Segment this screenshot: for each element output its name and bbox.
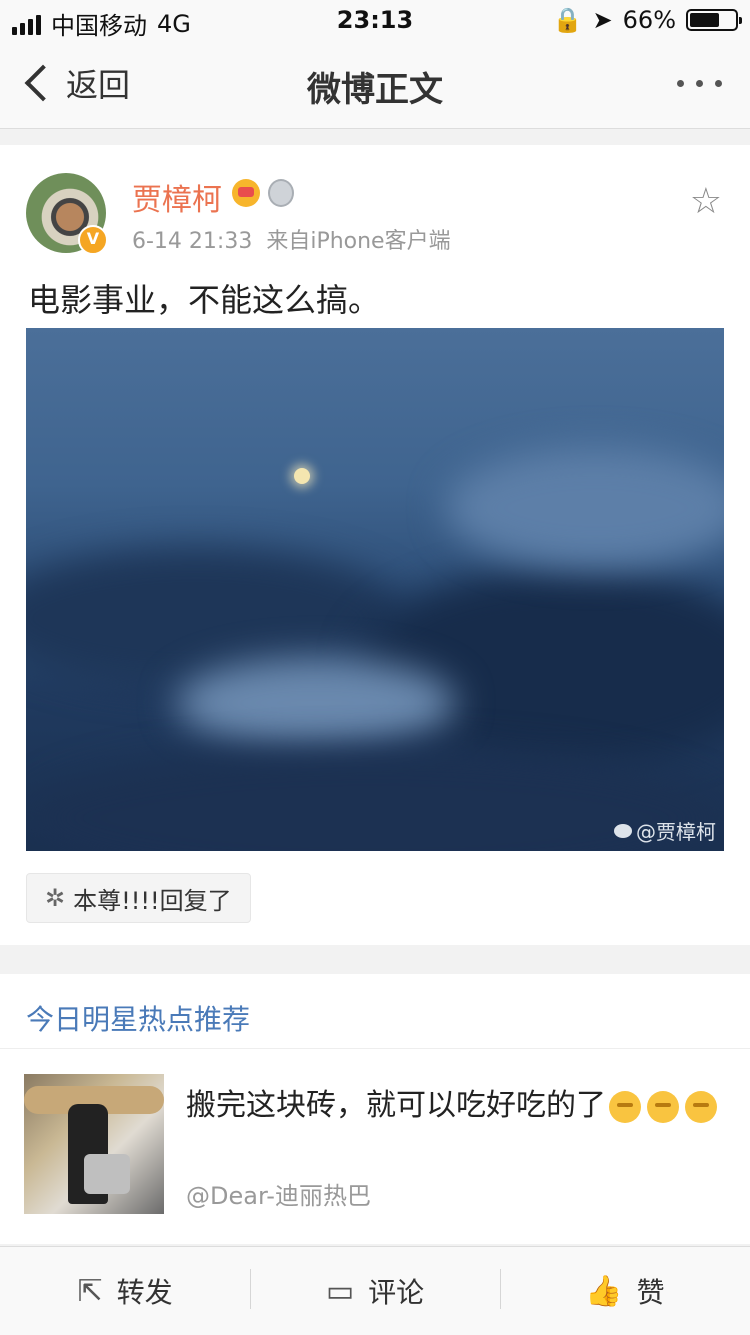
battery-icon <box>686 9 742 31</box>
recommendation-section: 今日明星热点推荐 搬完这块砖，就可以吃好吃的了 @Dear-迪丽热巴 <box>0 974 750 1244</box>
thinking-emoji-icon <box>685 1090 717 1123</box>
moon <box>294 468 310 484</box>
status-bar: 中国移动 4G 23:13 🔒 ➤ 66% <box>0 0 750 40</box>
comment-label: 评论 <box>368 1276 425 1309</box>
recommendation-text[interactable]: 搬完这块砖，就可以吃好吃的了 <box>186 1086 726 1126</box>
thinking-emoji-icon <box>647 1090 679 1123</box>
reply-chip-label: 本尊!!!!回复了 <box>73 886 232 915</box>
location-arrow-icon: ➤ <box>592 6 613 34</box>
verified-badge: V <box>78 225 108 255</box>
sparkle-icon: ✲ <box>45 884 66 912</box>
battery-percent: 66% <box>622 6 676 34</box>
author-name[interactable]: 贾樟柯 <box>132 175 222 219</box>
thinking-emoji-icon <box>609 1090 641 1123</box>
reply-chip[interactable]: ✲ 本尊!!!!回复了 <box>26 873 251 923</box>
thumbs-up-icon: 👍 <box>585 1273 623 1309</box>
weibo-logo-icon <box>614 823 632 838</box>
share-icon: ⇱ <box>77 1273 103 1309</box>
post-image[interactable]: @贾樟柯 <box>26 328 724 851</box>
more-dots-icon <box>677 80 684 87</box>
recommendation-thumbnail[interactable] <box>24 1074 164 1214</box>
repost-label: 转发 <box>116 1276 173 1309</box>
crown-badge-icon[interactable] <box>232 179 260 207</box>
post-source: 来自iPhone客户端 <box>266 229 451 254</box>
image-watermark: @贾樟柯 <box>614 816 716 845</box>
bottom-toolbar: ⇱ 转发 ▭ 评论 👍 赞 <box>0 1246 750 1335</box>
recommendation-author[interactable]: @Dear-迪丽热巴 <box>186 1176 371 1211</box>
post-text: 电影事业，不能这么搞。 <box>28 281 381 319</box>
repost-button[interactable]: ⇱ 转发 <box>0 1247 250 1335</box>
navigation-bar: 返回 微博正文 <box>0 40 750 129</box>
comment-icon: ▭ <box>325 1273 355 1309</box>
orientation-lock-icon: 🔒 <box>552 6 583 34</box>
comment-button[interactable]: ▭ 评论 <box>250 1247 500 1335</box>
like-button[interactable]: 👍 赞 <box>500 1247 750 1335</box>
section-title: 今日明星热点推荐 <box>26 1003 251 1036</box>
like-label: 赞 <box>636 1276 665 1309</box>
post-card: V 贾樟柯 6-14 21:33 来自iPhone客户端 ☆ 电影事业，不能这么… <box>0 145 750 945</box>
medal-badge-icon[interactable] <box>268 179 294 207</box>
post-meta: 6-14 21:33 来自iPhone客户端 <box>132 223 451 255</box>
divider <box>0 1048 750 1049</box>
favorite-star-icon[interactable]: ☆ <box>690 181 722 222</box>
more-options-button[interactable] <box>677 80 722 87</box>
post-time: 6-14 21:33 <box>132 229 253 254</box>
page-title: 微博正文 <box>307 70 443 110</box>
avatar[interactable]: V <box>26 173 108 255</box>
